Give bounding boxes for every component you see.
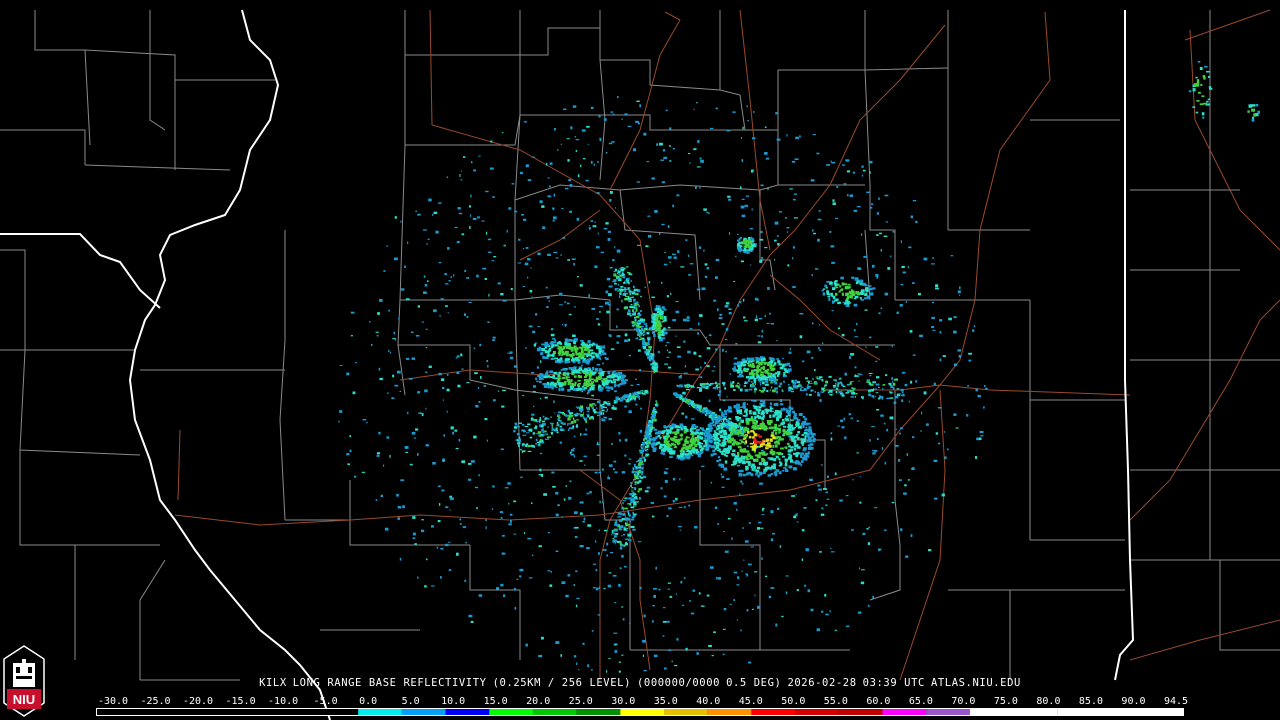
reflectivity-colorbar bbox=[96, 708, 1184, 716]
logo-text: NIU bbox=[13, 692, 35, 707]
scale-label: 90.0 bbox=[1121, 696, 1146, 707]
colorbar-segment bbox=[707, 708, 752, 716]
radar-map bbox=[0, 9, 1280, 720]
colorbar-segment bbox=[445, 708, 490, 716]
colorbar-segment bbox=[795, 708, 839, 716]
scale-label: -10.0 bbox=[268, 696, 299, 707]
colorbar-segment bbox=[489, 708, 533, 716]
radar-echoes bbox=[338, 61, 1260, 673]
colorbar-segment bbox=[751, 708, 796, 716]
scale-label: 65.0 bbox=[908, 696, 933, 707]
scan-date: 2026-02-28 bbox=[787, 677, 857, 689]
scale-label: -20.0 bbox=[182, 696, 214, 707]
resolution-info: (0.25KM / 256 LEVEL) bbox=[492, 677, 631, 689]
colorbar-segment bbox=[838, 708, 883, 716]
elevation-info: 0.5 DEG) bbox=[726, 677, 782, 689]
scale-label: 0.0 bbox=[359, 696, 378, 707]
colorbar-segment bbox=[96, 708, 359, 716]
colorbar-segment bbox=[1057, 708, 1184, 716]
scan-time: 03:39 UTC bbox=[862, 677, 925, 689]
colorbar-segment bbox=[620, 708, 665, 716]
colorbar-segment bbox=[576, 708, 621, 716]
scale-label: 10.0 bbox=[441, 696, 466, 707]
source-site: ATLAS.NIU.EDU bbox=[930, 677, 1021, 689]
colorbar-segment bbox=[401, 708, 446, 716]
colorbar-segment bbox=[664, 708, 708, 716]
product-name: LONG RANGE BASE REFLECTIVITY bbox=[292, 677, 487, 689]
scale-label: 60.0 bbox=[866, 696, 891, 707]
colorbar-segment bbox=[358, 708, 402, 716]
colorbar-scale-labels: -30.0 -25.0 -20.0 -15.0 -10.0 -5.0 0.0 5.0 10.0 1… bbox=[0, 696, 1280, 708]
colorbar-segment bbox=[532, 708, 577, 716]
colorbar-segment bbox=[926, 708, 970, 716]
volume-info: (000000/0000 bbox=[637, 677, 721, 689]
scale-label: 5.0 bbox=[401, 696, 420, 707]
scale-label: 45.0 bbox=[738, 696, 763, 707]
scale-label: -5.0 bbox=[313, 696, 338, 707]
scale-label: 40.0 bbox=[696, 696, 721, 707]
scale-label: 80.0 bbox=[1036, 696, 1061, 707]
scale-label: -30.0 bbox=[97, 696, 129, 707]
colorbar-segment bbox=[969, 708, 1058, 716]
scale-label: 30.0 bbox=[611, 696, 636, 707]
colorbar-segment bbox=[882, 708, 927, 716]
scale-label: 94.5 bbox=[1163, 696, 1189, 707]
state-borders bbox=[0, 9, 1135, 720]
scale-label: -25.0 bbox=[140, 696, 171, 707]
scale-label: 70.0 bbox=[951, 696, 976, 707]
product-caption: KILX LONG RANGE BASE REFLECTIVITY (0.25KM … bbox=[0, 677, 1280, 689]
scale-label: 85.0 bbox=[1078, 696, 1103, 707]
scale-label: 55.0 bbox=[823, 696, 848, 707]
station-id: KILX bbox=[259, 677, 287, 689]
niu-logo: NIU bbox=[3, 645, 45, 717]
radar-viewer: KILX LONG RANGE BASE REFLECTIVITY (0.25KM … bbox=[0, 0, 1280, 720]
scale-label: 75.0 bbox=[993, 696, 1018, 707]
scale-label: 35.0 bbox=[653, 696, 678, 707]
scale-label: 15.0 bbox=[483, 696, 508, 707]
scale-label: -15.0 bbox=[225, 696, 256, 707]
scale-label: 20.0 bbox=[526, 696, 551, 707]
scale-label: 25.0 bbox=[568, 696, 593, 707]
scale-label: 50.0 bbox=[781, 696, 806, 707]
